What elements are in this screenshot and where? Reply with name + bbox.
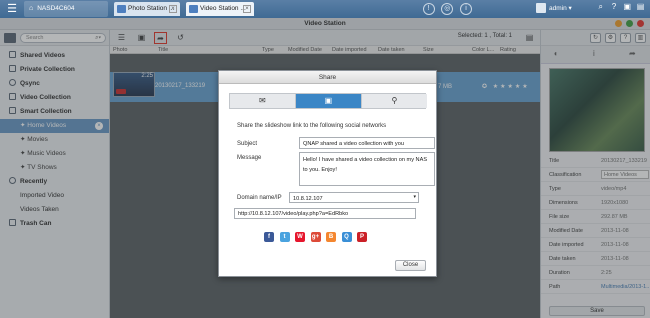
blogger-icon[interactable]: B (326, 232, 336, 242)
more-icon[interactable]: ▤ (635, 2, 646, 11)
dialog-title: Share (219, 71, 436, 84)
tab-label: Video Station ... (200, 5, 246, 12)
subject-field[interactable]: QNAP shared a video collection with you (299, 137, 435, 149)
share-dialog: Share ✉ ▣ ⚲ Share the slideshow link to … (218, 70, 437, 277)
domain-value: 10.8.12.107 (293, 196, 323, 202)
photo-station-icon (117, 5, 126, 13)
chevron-down-icon: ▾ (413, 194, 416, 200)
googleplus-icon[interactable]: g+ (310, 232, 321, 242)
home-icon: ⌂ (29, 5, 34, 12)
pinterest-icon[interactable]: P (357, 232, 367, 242)
background-task-icon[interactable]: ◎ (441, 3, 454, 15)
status-icons: ! ◎ i (418, 3, 472, 15)
share-description: Share the slideshow link to the followin… (237, 123, 387, 129)
close-button[interactable]: Close (395, 260, 426, 271)
device-home-button[interactable]: ⌂ NASD4C604 (24, 1, 108, 17)
tab-photo-station[interactable]: Photo Station ... × (114, 2, 180, 16)
tab-video-station[interactable]: Video Station ... × (186, 2, 254, 16)
notification-icon[interactable]: ! (422, 3, 435, 15)
domain-label: Domain name/IP (237, 195, 282, 201)
username: admin (549, 5, 567, 12)
close-tab-icon[interactable]: × (243, 5, 251, 13)
share-method-tabs: ✉ ▣ ⚲ (229, 93, 427, 109)
link-icon: ⚲ (391, 96, 398, 105)
user-icon (536, 3, 546, 14)
twitter-icon[interactable]: t (279, 232, 290, 242)
facebook-icon[interactable]: f (264, 232, 274, 242)
domain-select[interactable]: 10.8.12.107 ▾ (289, 192, 419, 203)
social-icons: f t Wg+ B Q P (264, 232, 373, 242)
help-icon[interactable]: ? (609, 2, 620, 11)
weibo-icon[interactable]: W (295, 232, 305, 242)
info-icon[interactable]: i (460, 3, 472, 15)
share-url-field[interactable]: http://10.8.12.107/video/play.php?a=EdRb… (234, 208, 416, 219)
video-station-icon (189, 5, 198, 13)
message-label: Message (237, 155, 262, 161)
top-bar: ☰ ⌂ NASD4C604 Photo Station ... × Video S… (0, 0, 650, 18)
subject-label: Subject (237, 141, 258, 147)
tab-email[interactable]: ✉ (230, 94, 296, 108)
user-menu[interactable]: admin ▾ (536, 1, 572, 17)
tab-label: Photo Station ... (128, 5, 175, 12)
desktop-icon[interactable]: ▣ (622, 2, 633, 11)
close-tab-icon[interactable]: × (169, 5, 177, 13)
header-tools: ⌕ ? ▣ ▤ (595, 2, 646, 12)
qzone-icon[interactable]: Q (341, 232, 352, 242)
message-field[interactable]: Hello! I have shared a video collection … (299, 152, 435, 186)
tab-link[interactable]: ⚲ (361, 94, 427, 108)
social-share-icon: ▣ (324, 96, 333, 105)
main-menu-icon[interactable]: ☰ (3, 2, 21, 16)
search-icon[interactable]: ⌕ (595, 2, 606, 12)
email-icon: ✉ (258, 96, 266, 105)
tab-social[interactable]: ▣ (295, 94, 362, 108)
device-name: NASD4C604 (37, 5, 75, 12)
